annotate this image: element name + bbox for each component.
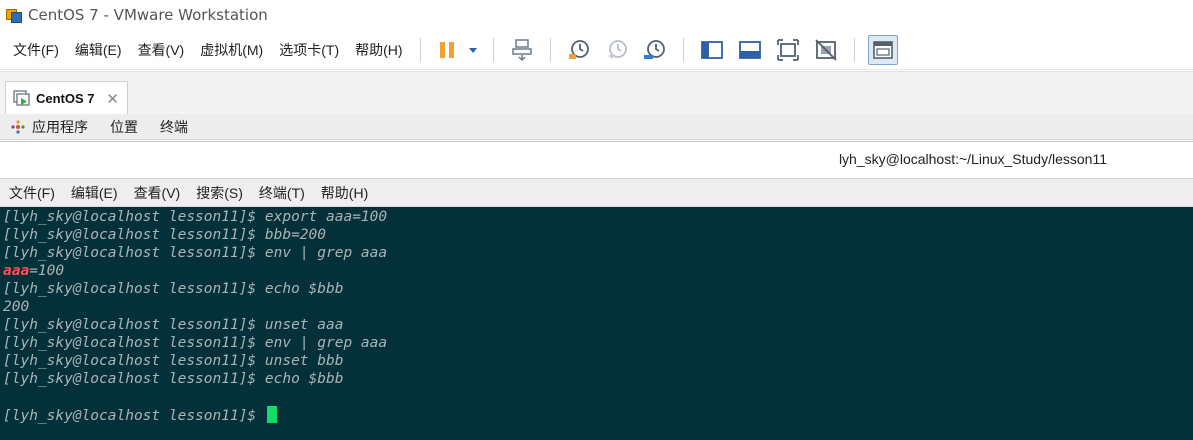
console-view-button[interactable]	[867, 34, 898, 65]
unity-button[interactable]	[811, 35, 841, 65]
terminal-prompt: [lyh_sky@localhost lesson11]$	[3, 408, 265, 424]
terminal-prompt-line: [lyh_sky@localhost lesson11]$	[3, 406, 1193, 424]
show-library-button[interactable]	[697, 35, 727, 65]
gnome-terminal-menu[interactable]: 终端	[160, 117, 188, 137]
toolbar-separator	[682, 37, 684, 62]
toolbar-separator	[549, 37, 551, 62]
vm-tab-strip: CentOS 7 ✕	[0, 71, 1193, 115]
gnome-top-panel: 应用程序 位置 终端	[0, 114, 1193, 140]
terminal-line: [lyh_sky@localhost lesson11]$ env | grep…	[3, 335, 388, 351]
console-view-icon	[872, 40, 893, 59]
terminal-line: [lyh_sky@localhost lesson11]$ bbb=200	[3, 227, 327, 243]
terminal-menu-help[interactable]: 帮助(H)	[321, 183, 368, 203]
menu-file[interactable]: 文件(F)	[0, 30, 67, 70]
vm-running-icon	[13, 89, 30, 106]
terminal-line-rest: =100	[29, 263, 65, 279]
full-screen-button[interactable]	[773, 35, 803, 65]
snapshot-icon	[568, 39, 589, 59]
revert-snapshot-button[interactable]	[602, 35, 632, 65]
full-screen-icon	[776, 38, 799, 61]
terminal-title: lyh_sky@localhost:~/Linux_Study/lesson11	[838, 151, 1107, 167]
send-ctrl-alt-del-button[interactable]	[507, 35, 537, 65]
tab-label: CentOS 7	[36, 91, 95, 106]
unity-icon	[814, 38, 837, 61]
toolbar-separator	[492, 37, 494, 62]
show-library-icon	[700, 40, 723, 59]
vmware-logo-icon	[6, 7, 22, 23]
applications-menu-icon	[11, 119, 25, 134]
terminal-menu-edit[interactable]: 编辑(E)	[71, 183, 118, 203]
menu-edit[interactable]: 编辑(E)	[67, 30, 130, 70]
snapshot-manager-icon	[643, 39, 665, 59]
terminal-line: [lyh_sky@localhost lesson11]$ unset bbb	[3, 353, 344, 369]
terminal-output[interactable]: [lyh_sky@localhost lesson11]$ export aaa…	[0, 207, 1193, 440]
quick-switch-icon	[738, 40, 761, 59]
terminal-header-bar: lyh_sky@localhost:~/Linux_Study/lesson11	[0, 141, 1193, 179]
revert-snapshot-icon	[607, 39, 627, 59]
terminal-line: aaa=100	[3, 262, 1193, 280]
terminal-menu-terminal[interactable]: 终端(T)	[259, 183, 305, 203]
toolbar-separator	[853, 37, 855, 62]
dropdown-arrow-icon	[468, 47, 477, 53]
menu-vm[interactable]: 虚拟机(M)	[192, 30, 271, 70]
snapshot-manager-button[interactable]	[640, 35, 670, 65]
terminal-line: [lyh_sky@localhost lesson11]$ echo $bbb	[3, 371, 344, 387]
window-title: CentOS 7 - VMware Workstation	[28, 6, 268, 24]
terminal-line: [lyh_sky@localhost lesson11]$ env | grep…	[3, 245, 388, 261]
terminal-line: [lyh_sky@localhost lesson11]$ export aaa…	[3, 209, 388, 225]
gnome-places-menu[interactable]: 位置	[110, 117, 138, 137]
quick-switch-button[interactable]	[735, 35, 765, 65]
terminal-line: [lyh_sky@localhost lesson11]$ unset aaa	[3, 317, 344, 333]
menu-view[interactable]: 查看(V)	[130, 30, 193, 70]
take-snapshot-button[interactable]	[564, 35, 594, 65]
title-bar: CentOS 7 - VMware Workstation	[0, 0, 1193, 30]
menu-help[interactable]: 帮助(H)	[347, 30, 410, 70]
terminal-line: [lyh_sky@localhost lesson11]$ echo $bbb	[3, 281, 344, 297]
pause-button[interactable]	[432, 35, 462, 65]
terminal-menu-bar: 文件(F) 编辑(E) 查看(V) 搜索(S) 终端(T) 帮助(H)	[0, 179, 1193, 207]
gnome-applications-menu[interactable]: 应用程序	[32, 117, 88, 137]
menu-tabs[interactable]: 选项卡(T)	[271, 30, 347, 70]
menu-toolbar: 文件(F) 编辑(E) 查看(V) 虚拟机(M) 选项卡(T) 帮助(H)	[0, 30, 1193, 70]
terminal-menu-view[interactable]: 查看(V)	[134, 183, 181, 203]
grep-match-highlight: aaa	[3, 263, 30, 279]
close-icon[interactable]: ✕	[106, 90, 119, 108]
pause-icon	[439, 41, 454, 58]
terminal-cursor	[266, 406, 277, 423]
terminal-line: 200	[3, 299, 30, 315]
terminal-menu-file[interactable]: 文件(F)	[9, 183, 55, 203]
terminal-menu-search[interactable]: 搜索(S)	[196, 183, 243, 203]
send-ctrl-alt-del-icon	[511, 38, 532, 61]
tab-centos-7[interactable]: CentOS 7 ✕	[5, 81, 128, 115]
power-dropdown-button[interactable]	[466, 35, 480, 65]
toolbar-separator	[419, 37, 421, 62]
